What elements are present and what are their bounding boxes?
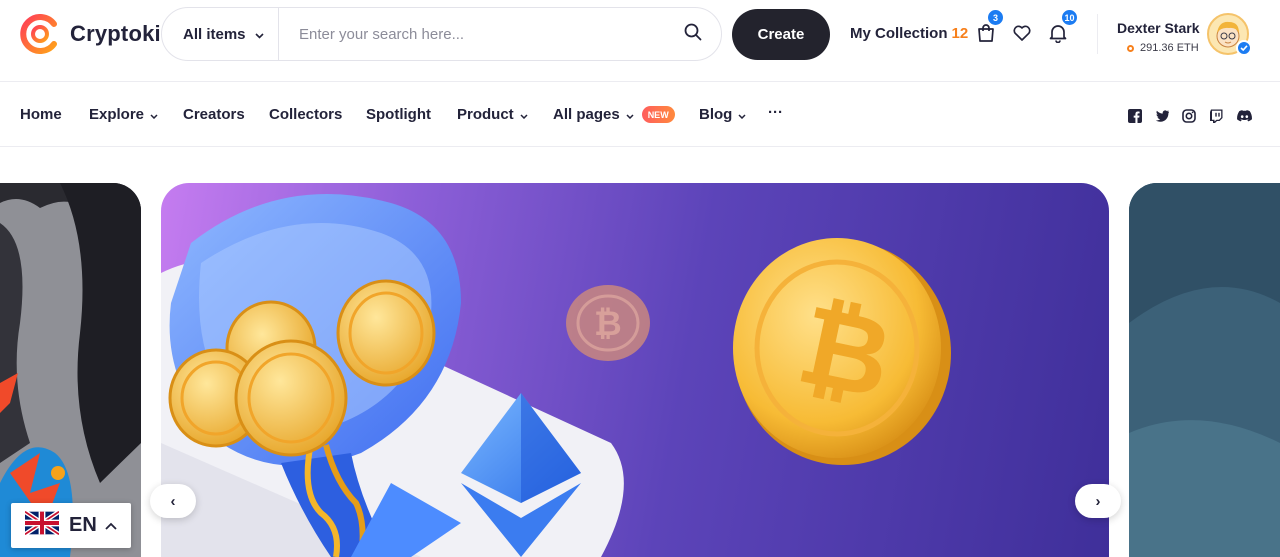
twitter-link[interactable] bbox=[1155, 109, 1169, 123]
top-header: Cryptoki All items Create My Collection1… bbox=[0, 0, 1280, 82]
twitch-link[interactable] bbox=[1209, 109, 1223, 123]
chevron-up-icon bbox=[105, 517, 117, 535]
instagram-icon bbox=[1182, 109, 1196, 127]
facebook-link[interactable] bbox=[1128, 109, 1142, 123]
nav-item-label: Explore bbox=[89, 106, 145, 123]
chevron-down-icon bbox=[254, 26, 264, 43]
nav-item-home[interactable]: Home bbox=[20, 106, 62, 123]
nav-item-blog[interactable]: Blog bbox=[699, 106, 746, 123]
logo[interactable]: Cryptoki bbox=[20, 14, 161, 54]
discord-icon bbox=[1237, 109, 1252, 126]
new-badge: NEW bbox=[641, 106, 675, 123]
nav-item-collectors[interactable]: Collectors bbox=[269, 106, 342, 123]
discord-link[interactable] bbox=[1237, 109, 1252, 126]
chevron-right-icon: › bbox=[1095, 492, 1101, 510]
search-button[interactable] bbox=[665, 8, 721, 60]
nav-item-label: Blog bbox=[699, 106, 733, 123]
brand-name: Cryptoki bbox=[70, 21, 161, 46]
chevron-down-icon bbox=[520, 106, 528, 123]
nav-item-label: Product bbox=[457, 106, 514, 123]
nav-item-spotlight[interactable]: Spotlight bbox=[366, 106, 431, 123]
carousel-slide-next[interactable] bbox=[1129, 183, 1280, 557]
nav-item-product[interactable]: Product bbox=[457, 106, 528, 123]
search-input[interactable] bbox=[279, 8, 665, 60]
search-bar: All items bbox=[161, 7, 722, 61]
chevron-left-icon: ‹ bbox=[170, 492, 176, 510]
user-name[interactable]: Dexter Stark bbox=[1117, 20, 1200, 36]
facebook-icon bbox=[1128, 109, 1142, 127]
uk-flag-icon bbox=[23, 509, 61, 540]
nav-item-creators[interactable]: Creators bbox=[183, 106, 245, 123]
carousel-slide-active[interactable]: ₿ ₿ bbox=[161, 183, 1109, 557]
notification-count-badge: 10 bbox=[1060, 8, 1079, 27]
my-collection-link[interactable]: My Collection 12 bbox=[850, 25, 968, 42]
twitch-icon bbox=[1209, 109, 1223, 127]
more-icon: ··· bbox=[768, 104, 783, 121]
chevron-down-icon bbox=[738, 106, 746, 123]
carousel-next-button[interactable]: › bbox=[1075, 484, 1121, 518]
nav-item-explore[interactable]: Explore bbox=[89, 106, 158, 123]
cart-count-badge: 3 bbox=[986, 8, 1005, 27]
header-divider bbox=[1097, 14, 1098, 54]
chevron-down-icon bbox=[626, 106, 634, 123]
verified-icon bbox=[1236, 40, 1252, 56]
heart-icon bbox=[1013, 25, 1031, 46]
user-balance: 291.36 ETH bbox=[1127, 42, 1199, 54]
nav-item-all-pages[interactable]: All pages NEW bbox=[553, 106, 675, 123]
search-icon bbox=[684, 23, 702, 46]
language-code: EN bbox=[69, 514, 97, 536]
carousel-slide-previous[interactable] bbox=[0, 183, 141, 557]
chevron-down-icon bbox=[150, 106, 158, 123]
svg-text:₿: ₿ bbox=[594, 305, 622, 343]
nav-more-button[interactable]: ··· bbox=[768, 104, 783, 121]
instagram-link[interactable] bbox=[1182, 109, 1196, 123]
cryptoki-logo-icon bbox=[20, 14, 60, 54]
create-button[interactable]: Create bbox=[732, 9, 830, 60]
language-selector[interactable]: EN bbox=[11, 503, 131, 548]
balance-value: 291.36 ETH bbox=[1140, 42, 1199, 54]
my-collection-label: My Collection bbox=[850, 25, 948, 42]
twitter-icon bbox=[1155, 109, 1169, 126]
collection-count: 12 bbox=[951, 25, 969, 42]
nav-item-label: Creators bbox=[183, 106, 245, 123]
carousel-prev-button[interactable]: ‹ bbox=[150, 484, 196, 518]
eth-icon bbox=[1127, 44, 1134, 52]
search-category-select[interactable]: All items bbox=[162, 8, 279, 60]
main-nav: Home Explore Creators Collectors Spotlig… bbox=[0, 82, 1280, 147]
nav-item-label: Home bbox=[20, 106, 62, 123]
search-category-label: All items bbox=[183, 25, 246, 43]
wishlist-button[interactable] bbox=[1009, 22, 1035, 48]
nav-item-label: Spotlight bbox=[366, 106, 431, 123]
nav-item-label: All pages bbox=[553, 106, 620, 123]
bell-icon bbox=[1049, 23, 1067, 48]
nav-item-label: Collectors bbox=[269, 106, 343, 123]
